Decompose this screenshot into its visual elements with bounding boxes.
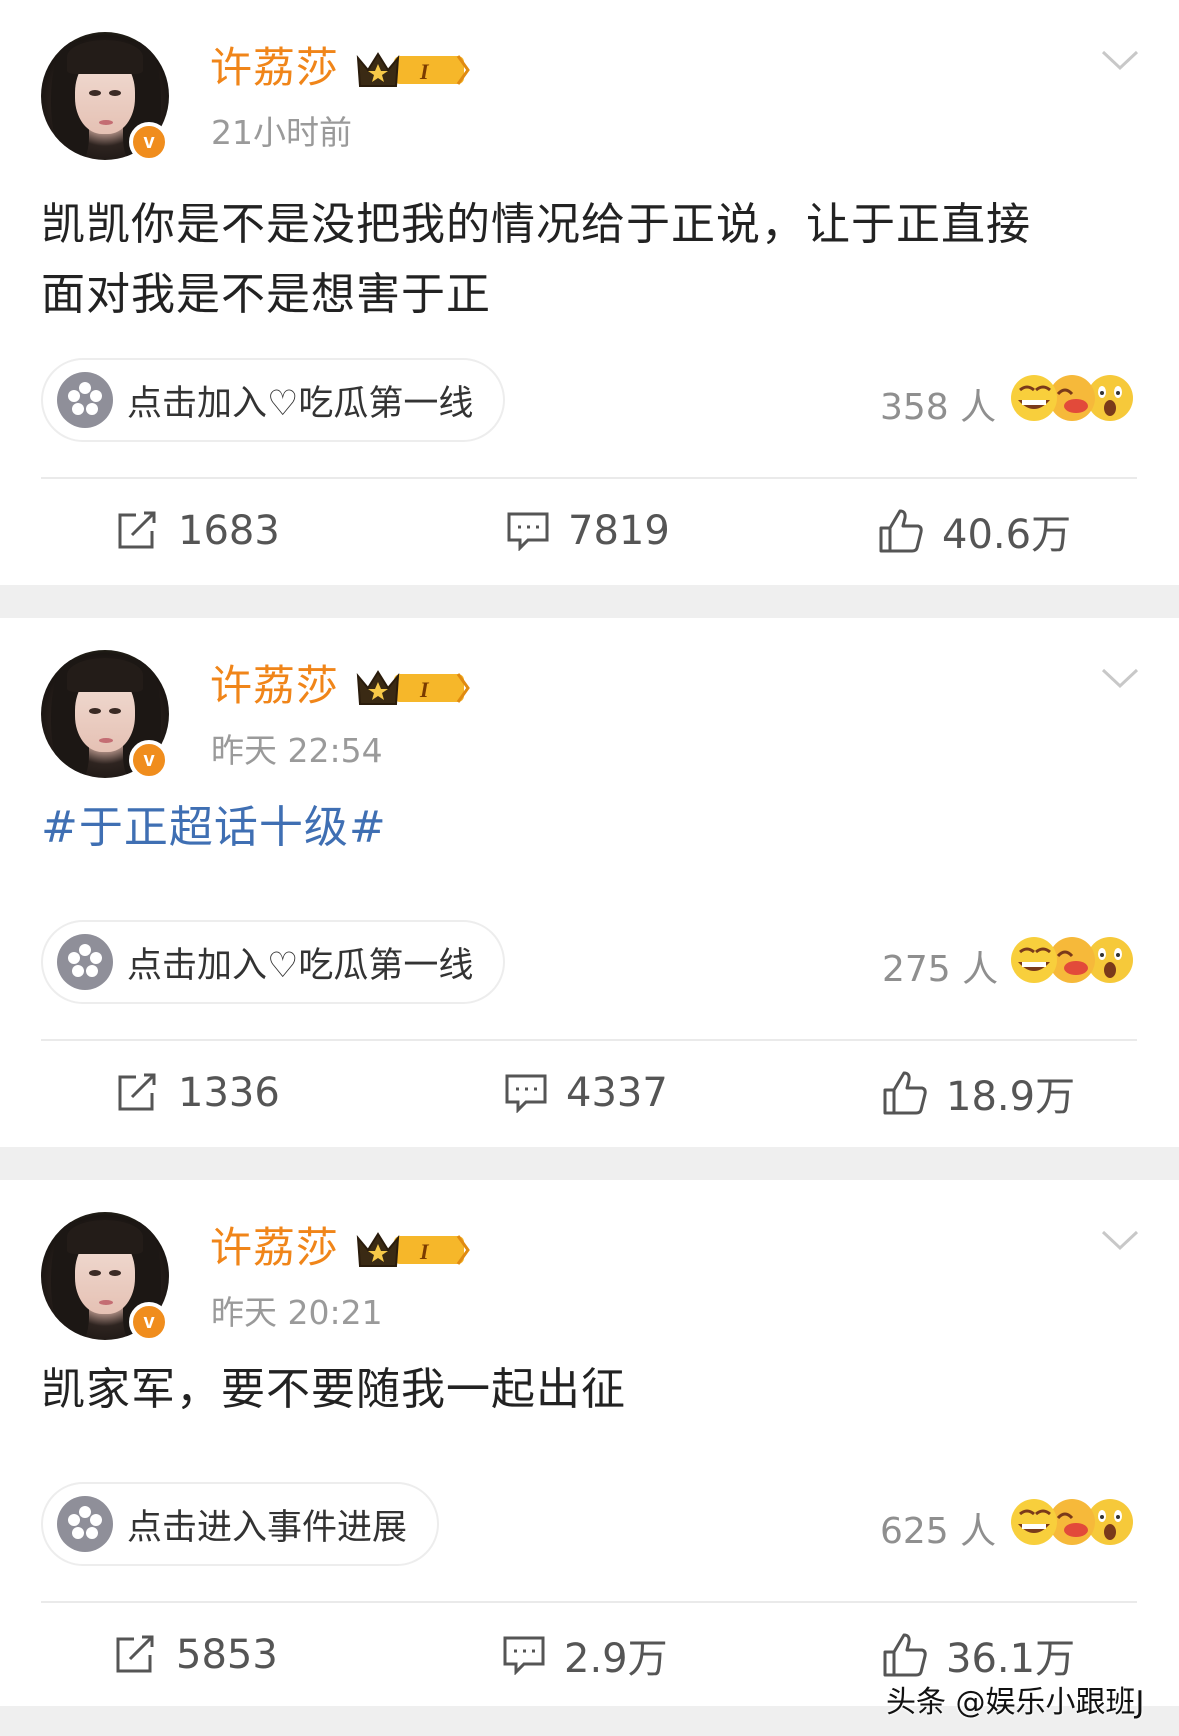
repost-button[interactable]: 1336 <box>116 1067 280 1119</box>
divider <box>41 477 1137 479</box>
post-time: 21小时前 <box>211 113 352 152</box>
thumbs-up-icon <box>883 1633 927 1677</box>
chevron-down-icon[interactable] <box>1100 662 1140 692</box>
crown-vip-icon[interactable]: I <box>354 48 470 90</box>
like-button[interactable]: 18.9万 <box>882 1067 1076 1120</box>
comment-icon <box>507 512 549 551</box>
vip-level: I <box>419 59 430 84</box>
post-text: 凯家军，要不要随我一起出征 <box>41 1355 1141 1425</box>
verified-badge-icon: v <box>129 122 169 162</box>
like-count: 40.6万 <box>942 512 1072 558</box>
verified-badge-icon: v <box>129 740 169 780</box>
flower-icon <box>57 1496 113 1552</box>
username[interactable]: 许荔莎 <box>210 660 339 712</box>
flower-icon <box>57 372 113 428</box>
comment-button[interactable]: 4337 <box>504 1067 668 1119</box>
repost-icon <box>118 511 156 549</box>
comment-icon <box>503 1636 545 1675</box>
repost-count: 1336 <box>178 1070 280 1116</box>
post-card[interactable]: v 许荔莎 I 昨天 22:54 #于正超话十级# 点击加入♡吃瓜第一线 275… <box>0 618 1179 1147</box>
repost-icon <box>116 1635 154 1673</box>
event-pill-button[interactable]: 点击进入事件进展 <box>41 1482 440 1566</box>
crown-vip-icon[interactable]: I <box>354 666 470 708</box>
repost-count: 5853 <box>176 1632 278 1678</box>
emoji-reactions-icon[interactable] <box>1010 934 1136 986</box>
username[interactable]: 许荔莎 <box>210 1222 339 1274</box>
like-button[interactable]: 36.1万 <box>882 1629 1076 1682</box>
repost-icon <box>118 1073 156 1111</box>
post-time: 昨天 22:54 <box>211 731 383 770</box>
post-text: 凯凯你是不是没把我的情况给于正说，让于正直接 面对我是不是想害于正 <box>41 190 1141 330</box>
post-text-line: 凯家军，要不要随我一起出征 <box>41 1364 626 1415</box>
divider <box>41 1601 1137 1603</box>
pill-label: 点击加入♡吃瓜第一线 <box>127 945 474 986</box>
verified-badge-icon: v <box>129 1302 169 1342</box>
event-pill-button[interactable]: 点击加入♡吃瓜第一线 <box>41 358 506 442</box>
comment-button[interactable]: 2.9万 <box>502 1629 668 1682</box>
comment-count: 2.9万 <box>564 1636 668 1682</box>
watermark: 头条 @娱乐小跟班J <box>886 1685 1145 1720</box>
like-count: 36.1万 <box>946 1636 1076 1682</box>
post-text-line: 凯凯你是不是没把我的情况给于正说，让于正直接 <box>41 199 1031 250</box>
reaction-count: 275 人 <box>882 949 999 990</box>
pill-label: 点击进入事件进展 <box>127 1507 408 1548</box>
repost-button[interactable]: 5853 <box>114 1629 278 1681</box>
like-count: 18.9万 <box>946 1074 1076 1120</box>
event-pill-button[interactable]: 点击加入♡吃瓜第一线 <box>41 920 506 1004</box>
avatar[interactable]: v <box>41 32 169 162</box>
repost-count: 1683 <box>178 508 280 554</box>
vip-level: I <box>419 677 430 702</box>
flower-icon <box>57 934 113 990</box>
chevron-down-icon[interactable] <box>1100 1224 1140 1254</box>
avatar[interactable]: v <box>41 1212 169 1342</box>
emoji-reactions-icon[interactable] <box>1010 1496 1136 1548</box>
username[interactable]: 许荔莎 <box>210 42 339 94</box>
divider <box>41 1039 1137 1041</box>
like-button[interactable]: 40.6万 <box>878 505 1072 558</box>
vip-level: I <box>419 1239 430 1264</box>
reaction-count: 625 人 <box>880 1511 997 1552</box>
post-text-line: 面对我是不是想害于正 <box>41 269 491 320</box>
topic-link[interactable]: #于正超话十级# <box>41 793 1141 863</box>
comment-count: 7819 <box>568 508 670 554</box>
comment-icon <box>505 1074 547 1113</box>
comment-button[interactable]: 7819 <box>506 505 670 557</box>
reaction-count: 358 人 <box>880 387 997 428</box>
post-time: 昨天 20:21 <box>211 1293 383 1332</box>
post-card[interactable]: v 许荔莎 I 昨天 20:21 凯家军，要不要随我一起出征 点击进入事件进展 … <box>0 1180 1179 1706</box>
post-text: #于正超话十级# <box>41 793 1141 863</box>
repost-button[interactable]: 1683 <box>116 505 280 557</box>
thumbs-up-icon <box>883 1071 927 1115</box>
avatar[interactable]: v <box>41 650 169 780</box>
emoji-reactions-icon[interactable] <box>1010 372 1136 424</box>
pill-label: 点击加入♡吃瓜第一线 <box>127 383 474 424</box>
post-card[interactable]: v 许荔莎 I 21小时前 凯凯你是不是没把我的情况给于正说，让于正直接 面对我… <box>0 0 1179 585</box>
crown-vip-icon[interactable]: I <box>354 1228 470 1270</box>
chevron-down-icon[interactable] <box>1100 44 1140 74</box>
thumbs-up-icon <box>879 509 923 553</box>
comment-count: 4337 <box>566 1070 668 1116</box>
